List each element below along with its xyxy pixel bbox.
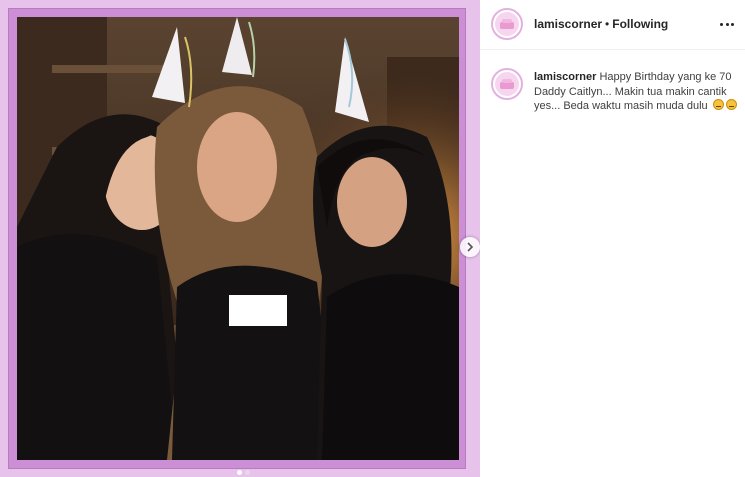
grimacing-face-emoji-icon — [725, 99, 737, 110]
more-options-icon[interactable] — [717, 14, 737, 34]
chevron-right-icon — [467, 242, 474, 252]
caption-comment: lamiscorner Happy Birthday yang ke 70 Da… — [491, 68, 737, 114]
carousel-dot-active — [237, 470, 242, 475]
post-media-pane — [0, 0, 480, 477]
carousel-indicator — [237, 470, 250, 475]
post-header: lamiscorner • Following — [480, 0, 745, 50]
photo-frame — [8, 8, 480, 475]
censor-block — [229, 295, 287, 326]
profile-avatar-icon[interactable] — [491, 8, 523, 40]
caption-body: lamiscorner Happy Birthday yang ke 70 Da… — [534, 68, 737, 114]
header-separator: • — [605, 17, 610, 31]
caption-username[interactable]: lamiscorner — [534, 71, 596, 83]
post-side-pane: lamiscorner • Following lamiscorner Happy … — [480, 0, 745, 477]
caption-avatar-icon[interactable] — [491, 68, 523, 100]
carousel-next-button[interactable] — [460, 237, 480, 257]
avatar-logo — [500, 19, 514, 29]
header-username[interactable]: lamiscorner — [534, 17, 602, 31]
post-photo[interactable] — [17, 17, 459, 460]
header-text: lamiscorner • Following — [534, 17, 668, 31]
grimacing-face-emoji-icon — [712, 99, 724, 110]
avatar-logo — [500, 79, 514, 89]
following-button[interactable]: Following — [612, 17, 668, 31]
photo-illustration — [17, 17, 459, 460]
carousel-dot — [245, 470, 250, 475]
